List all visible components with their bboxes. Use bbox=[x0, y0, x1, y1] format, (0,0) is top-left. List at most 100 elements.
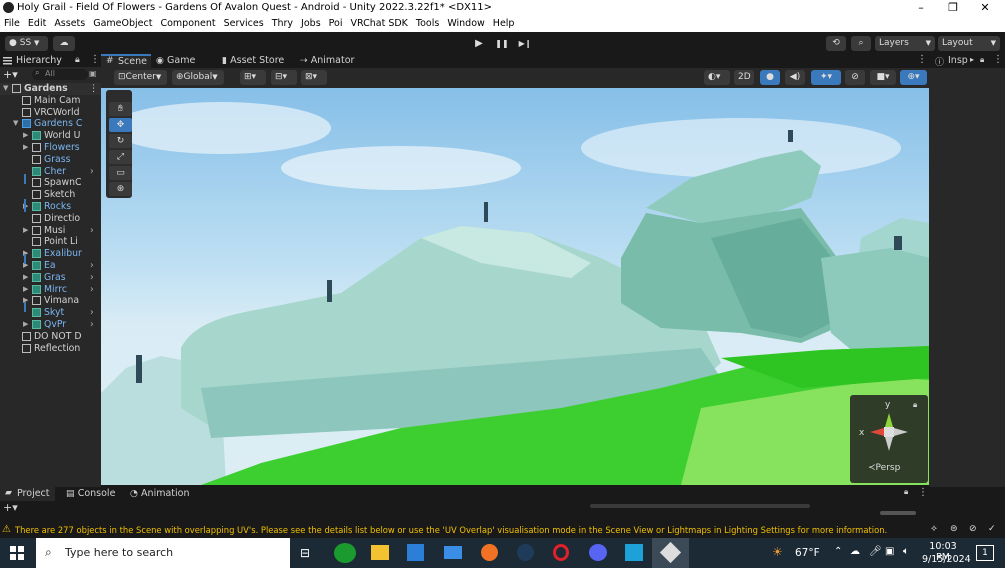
volume-icon[interactable]: 🔈︎ bbox=[903, 546, 909, 557]
hierarchy-item[interactable]: ▼ Gardens C bbox=[0, 118, 101, 130]
menu-item-poi[interactable]: Poi bbox=[325, 16, 347, 32]
expand-arrow-right-icon[interactable]: ▶ bbox=[23, 225, 28, 237]
more-options-icon[interactable]: ⋮ bbox=[89, 83, 98, 95]
menu-item-gameobject[interactable]: GameObject bbox=[89, 16, 156, 32]
hierarchy-item[interactable]: ▶ QvPr › bbox=[0, 319, 101, 331]
open-prefab-icon[interactable]: › bbox=[90, 225, 94, 237]
move-tool-icon[interactable]: ✥ bbox=[109, 118, 132, 132]
expand-arrow-right-icon[interactable]: ▶ bbox=[23, 272, 28, 284]
open-prefab-icon[interactable]: › bbox=[90, 166, 94, 178]
unity-taskbar-button[interactable] bbox=[652, 538, 689, 568]
search-button[interactable]: ⌕ bbox=[851, 36, 871, 51]
arrow-right-icon[interactable]: ▸ bbox=[970, 55, 974, 64]
menu-item-component[interactable]: Component bbox=[156, 16, 219, 32]
camera-dropdown[interactable]: ■▾ bbox=[870, 70, 896, 85]
hierarchy-item[interactable]: Main Cam bbox=[0, 95, 101, 107]
mail-icon[interactable] bbox=[444, 546, 462, 559]
expand-arrow-down-icon[interactable]: ▼ bbox=[3, 83, 8, 95]
account-button[interactable]: ● SS ▼ bbox=[5, 36, 48, 51]
cloud-button[interactable]: ☁ bbox=[53, 36, 75, 51]
debug-icon[interactable]: ⊘ bbox=[969, 524, 977, 534]
tab-hierarchy[interactable]: Hierarchy bbox=[2, 55, 62, 67]
menu-item-jobs[interactable]: Jobs bbox=[297, 16, 325, 32]
lighting-bake-icon[interactable]: ⟡ bbox=[931, 524, 937, 534]
hierarchy-search-input[interactable]: ⌕ All bbox=[32, 68, 88, 80]
menu-item-help[interactable]: Help bbox=[489, 16, 519, 32]
close-button[interactable]: ✕ bbox=[969, 0, 1001, 16]
hierarchy-item[interactable]: ▶ World U bbox=[0, 130, 101, 142]
lock-icon[interactable]: 🔒︎ bbox=[75, 55, 80, 65]
orientation-gizmo[interactable]: 🔒︎ y x ≺Persp bbox=[850, 395, 928, 483]
expand-arrow-right-icon[interactable]: ▶ bbox=[23, 284, 28, 296]
tab-inspector[interactable]: Insp bbox=[948, 55, 968, 66]
hierarchy-item[interactable]: Grass bbox=[0, 154, 101, 166]
menu-item-edit[interactable]: Edit bbox=[24, 16, 50, 32]
menu-item-services[interactable]: Services bbox=[220, 16, 268, 32]
tab-scene[interactable]: # Scene bbox=[101, 54, 151, 68]
hierarchy-item[interactable]: VRCWorld bbox=[0, 107, 101, 119]
pause-button[interactable]: ❚❚ bbox=[492, 36, 512, 51]
lighting-toggle[interactable]: ● bbox=[760, 70, 780, 85]
minimize-button[interactable]: – bbox=[905, 0, 937, 16]
tab-game[interactable]: ◉ Game bbox=[156, 55, 195, 68]
history-button[interactable]: ⟲ bbox=[826, 36, 846, 51]
hierarchy-item[interactable]: ▶ Flowers bbox=[0, 142, 101, 154]
hidden-objects-toggle[interactable]: ⊘ bbox=[845, 70, 865, 85]
maximize-button[interactable]: ❐ bbox=[937, 0, 969, 16]
open-prefab-icon[interactable]: › bbox=[90, 284, 94, 296]
chevron-up-icon[interactable]: ⌃ bbox=[834, 546, 842, 557]
hierarchy-item[interactable]: Reflection bbox=[0, 343, 101, 355]
pivot-dropdown[interactable]: ⊡Center▼ bbox=[114, 70, 167, 85]
steam-icon[interactable] bbox=[517, 544, 534, 561]
lock-icon[interactable]: 🔒︎ bbox=[980, 55, 984, 65]
expand-arrow-down-icon[interactable]: ▼ bbox=[13, 118, 18, 130]
layout-dropdown[interactable]: Layout ▼ bbox=[938, 36, 1000, 51]
more-options-icon[interactable]: ⋮ bbox=[90, 54, 100, 65]
hierarchy-item[interactable]: Directio bbox=[0, 213, 101, 225]
expand-arrow-right-icon[interactable]: ▶ bbox=[23, 130, 28, 142]
scene-viewport[interactable]: ✋︎ ✥ ↻ ⤢ ▭ ⊛ 🔒︎ y x ≺Persp bbox=[101, 88, 930, 485]
project-search-bar[interactable] bbox=[590, 504, 810, 508]
hierarchy-item[interactable]: DO NOT D bbox=[0, 331, 101, 343]
menu-item-vrchat-sdk[interactable]: VRChat SDK bbox=[346, 16, 411, 32]
hierarchy-item[interactable]: ▶ Musi › bbox=[0, 225, 101, 237]
firefox-icon[interactable] bbox=[481, 544, 498, 561]
menu-item-assets[interactable]: Assets bbox=[50, 16, 89, 32]
file-explorer-icon[interactable] bbox=[371, 545, 389, 560]
menu-item-file[interactable]: File bbox=[0, 16, 24, 32]
transform-tool-icon[interactable]: ⊛ bbox=[109, 182, 132, 196]
hand-tool-icon[interactable]: ✋︎ bbox=[109, 102, 132, 116]
weather-temp[interactable]: 67°F bbox=[795, 547, 820, 559]
hierarchy-item[interactable]: ▶ Ea › bbox=[0, 260, 101, 272]
grid-visibility-button[interactable]: ⊠▾ bbox=[301, 70, 327, 85]
check-icon[interactable]: ✓ bbox=[988, 524, 996, 534]
hierarchy-item[interactable]: ▶ Gras › bbox=[0, 272, 101, 284]
grid-snap-button[interactable]: ⊞▾ bbox=[240, 70, 266, 85]
microsoft-store-icon[interactable] bbox=[407, 544, 424, 561]
menu-item-thry[interactable]: Thry bbox=[268, 16, 297, 32]
open-prefab-icon[interactable]: › bbox=[90, 319, 94, 331]
lock-icon[interactable]: 🔒︎ bbox=[904, 487, 908, 497]
effects-dropdown[interactable]: ✦▾ bbox=[811, 70, 841, 85]
tab-project[interactable]: ▰ Project bbox=[0, 487, 55, 501]
hierarchy-item[interactable]: ▶Rocks bbox=[0, 201, 101, 213]
tab-console[interactable]: ▤ Console bbox=[66, 488, 115, 499]
menu-item-tools[interactable]: Tools bbox=[412, 16, 443, 32]
icon-size-slider[interactable] bbox=[880, 511, 916, 515]
tab-asset-store[interactable]: ▮ Asset Store bbox=[222, 55, 284, 68]
open-prefab-icon[interactable]: › bbox=[90, 272, 94, 284]
cache-server-icon[interactable]: ⊜ bbox=[950, 524, 958, 534]
filter-icon[interactable]: ▣ bbox=[89, 69, 97, 78]
display-icon[interactable]: ▣ bbox=[885, 546, 894, 557]
expand-arrow-right-icon[interactable]: ▶ bbox=[23, 142, 28, 154]
projection-toggle[interactable]: ≺Persp bbox=[868, 463, 900, 473]
hierarchy-item[interactable]: ▼ Gardens ⋮ bbox=[0, 83, 101, 95]
audio-toggle[interactable]: ◀) bbox=[785, 70, 805, 85]
notification-center-icon[interactable]: 1 bbox=[976, 545, 994, 561]
expand-arrow-right-icon[interactable]: ▶ bbox=[23, 319, 28, 331]
draw-mode-dropdown[interactable]: ◐▾ bbox=[704, 70, 730, 85]
scale-tool-icon[interactable]: ⤢ bbox=[109, 150, 132, 164]
taskbar-search-input[interactable]: ⌕ Type here to search bbox=[36, 538, 290, 568]
gizmos-dropdown[interactable]: ⊕▾ bbox=[900, 70, 927, 85]
create-asset-button[interactable]: +▾ bbox=[3, 501, 18, 514]
